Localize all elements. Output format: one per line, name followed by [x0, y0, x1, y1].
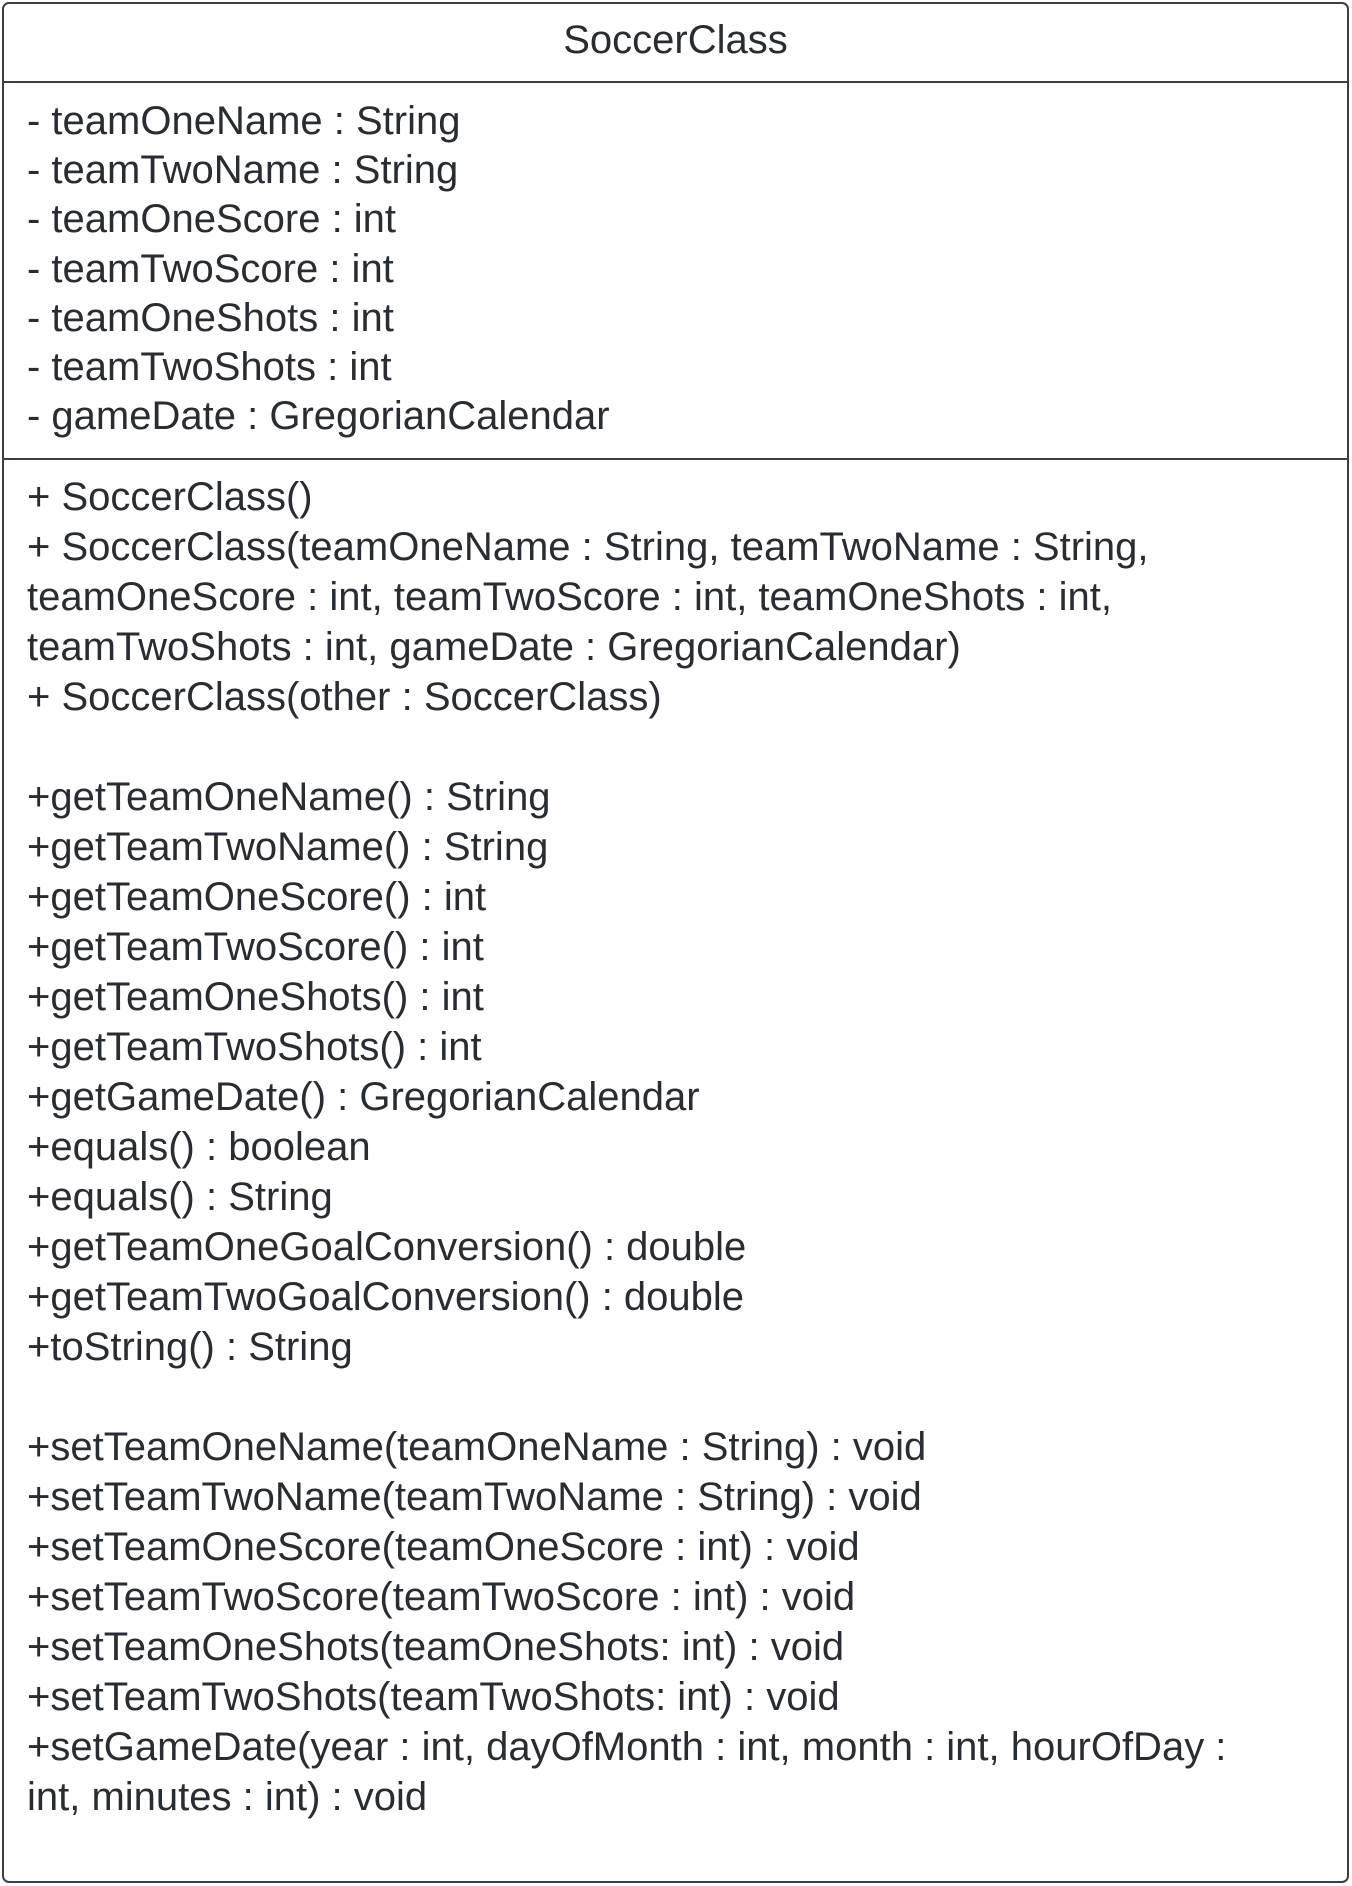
operation-line: +getTeamOneName() : String: [27, 775, 551, 819]
operation-line: +equals() : boolean: [27, 1125, 371, 1169]
operation-line: + SoccerClass(other : SoccerClass): [27, 675, 662, 719]
attribute-line: - teamTwoShots : int: [27, 344, 392, 389]
operation-line: +getTeamOneScore() : int: [27, 875, 487, 919]
operation-line: +setTeamOneScore(teamOneScore : int) : v…: [27, 1525, 860, 1569]
attribute-line: - teamTwoName : String: [27, 148, 459, 193]
class-name: SoccerClass: [563, 18, 788, 62]
operation-line: +setGameDate(year : int, dayOfMonth : in…: [27, 1725, 1227, 1769]
operation-line: teamTwoShots : int, gameDate : Gregorian…: [27, 625, 961, 669]
attribute-line: - teamTwoScore : int: [27, 246, 394, 291]
operation-line: +getTeamTwoScore() : int: [27, 925, 484, 969]
uml-class-box: SoccerClass - teamOneName : String - tea…: [2, 2, 1349, 1883]
operation-line: + SoccerClass(teamOneName : String, team…: [27, 525, 1149, 569]
operations-compartment: + SoccerClass() + SoccerClass(teamOneNam…: [4, 460, 1347, 1822]
operation-line: +getTeamTwoGoalConversion() : double: [27, 1275, 745, 1319]
attributes-compartment: - teamOneName : String - teamTwoName : S…: [4, 83, 1347, 460]
operation-line: +setTeamTwoScore(teamTwoScore : int) : v…: [27, 1575, 856, 1619]
operation-line: +getTeamTwoShots() : int: [27, 1025, 482, 1069]
operation-line: +setTeamOneShots(teamOneShots: int) : vo…: [27, 1625, 845, 1669]
operation-line: +setTeamTwoName(teamTwoName : String) : …: [27, 1475, 922, 1519]
class-name-compartment: SoccerClass: [4, 4, 1347, 83]
operation-line: +equals() : String: [27, 1175, 333, 1219]
operation-line: +setTeamTwoShots(teamTwoShots: int) : vo…: [27, 1675, 840, 1719]
operation-line: + SoccerClass(): [27, 475, 313, 519]
operation-line: +setTeamOneName(teamOneName : String) : …: [27, 1425, 927, 1469]
operation-line: teamOneScore : int, teamTwoScore : int, …: [27, 575, 1112, 619]
operation-line: +getGameDate() : GregorianCalendar: [27, 1075, 700, 1119]
operation-line: +toString() : String: [27, 1325, 353, 1369]
operation-line: int, minutes : int) : void: [27, 1775, 428, 1819]
attribute-line: - teamOneName : String: [27, 99, 461, 143]
attribute-line: - teamOneShots : int: [27, 295, 394, 340]
attribute-line: - gameDate : GregorianCalendar: [27, 394, 610, 439]
operation-line: +getTeamTwoName() : String: [27, 825, 549, 869]
operation-line: +getTeamOneGoalConversion() : double: [27, 1225, 747, 1269]
attribute-line: - teamOneScore : int: [27, 197, 397, 242]
operation-line: +getTeamOneShots() : int: [27, 975, 484, 1019]
